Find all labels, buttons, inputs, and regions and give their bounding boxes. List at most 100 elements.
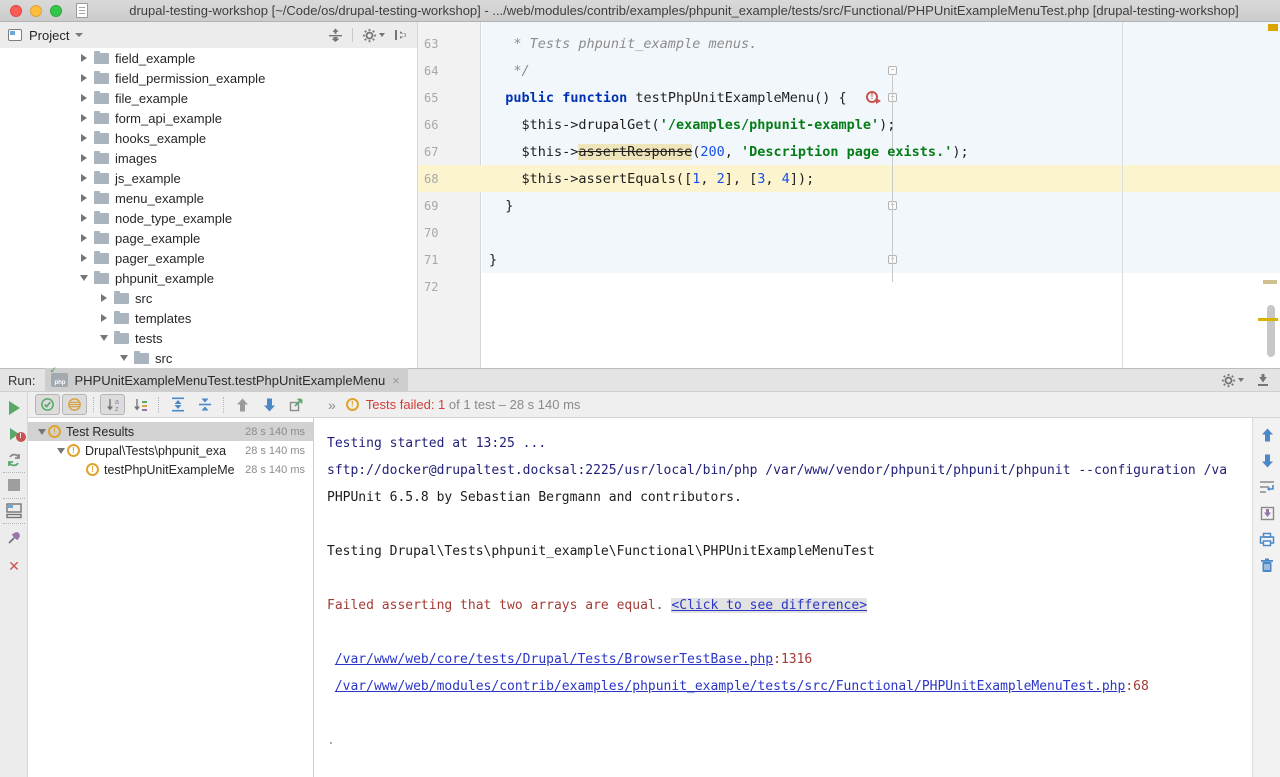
run-tab[interactable]: php PHPUnitExampleMenuTest.testPhpUnitEx… xyxy=(45,368,407,392)
collapsed-arrow-icon[interactable] xyxy=(78,54,90,62)
next-failed-test-button[interactable] xyxy=(257,394,282,415)
pin-tab-button[interactable] xyxy=(0,528,28,546)
stop-button[interactable] xyxy=(0,476,28,494)
tree-item[interactable]: src xyxy=(0,288,417,308)
collapsed-arrow-icon[interactable] xyxy=(78,214,90,222)
close-window-button[interactable] xyxy=(10,5,22,17)
clear-all-button[interactable] xyxy=(1253,556,1280,574)
hide-panel-icon[interactable] xyxy=(394,28,408,42)
error-stripe-mark-warning[interactable] xyxy=(1263,280,1277,284)
tree-item[interactable]: form_api_example xyxy=(0,108,417,128)
code-line[interactable]: } xyxy=(489,246,1280,273)
expand-all-button[interactable] xyxy=(165,394,190,415)
collapse-all-icon[interactable] xyxy=(328,28,343,43)
collapsed-arrow-icon[interactable] xyxy=(98,314,110,322)
tree-item[interactable]: tests xyxy=(0,328,417,348)
stack-trace-file-link[interactable]: /var/www/web/modules/contrib/examples/ph… xyxy=(335,679,1126,694)
expanded-arrow-icon[interactable] xyxy=(55,448,67,454)
code-line[interactable]: $this->drupalGet('/examples/phpunit-exam… xyxy=(489,111,1280,138)
previous-failed-test-button[interactable] xyxy=(230,394,255,415)
soft-wrap-button[interactable] xyxy=(1253,478,1280,496)
up-stack-trace-button[interactable] xyxy=(1253,426,1280,444)
trash-icon xyxy=(1260,558,1274,573)
close-run-panel-button[interactable]: ✕ xyxy=(0,558,28,576)
line-number: 70 xyxy=(424,219,438,246)
console-line xyxy=(327,619,1252,646)
tree-item[interactable]: pager_example xyxy=(0,248,417,268)
tree-item[interactable]: page_example xyxy=(0,228,417,248)
code-line[interactable]: } xyxy=(489,192,1280,219)
error-stripe-mark-current[interactable] xyxy=(1258,318,1278,321)
collapsed-arrow-icon[interactable] xyxy=(78,234,90,242)
collapsed-arrow-icon[interactable] xyxy=(78,154,90,162)
collapsed-arrow-icon[interactable] xyxy=(78,94,90,102)
code-line[interactable]: public function testPhpUnitExampleMenu()… xyxy=(489,84,1280,111)
tree-item[interactable]: field_permission_example xyxy=(0,68,417,88)
import-test-results-button[interactable] xyxy=(284,394,309,415)
rerun-tests-button[interactable] xyxy=(0,399,28,417)
minimize-window-button[interactable] xyxy=(30,5,42,17)
expanded-arrow-icon[interactable] xyxy=(36,429,48,435)
code-line[interactable]: * Tests phpunit_example menus. xyxy=(489,30,1280,57)
collapsed-arrow-icon[interactable] xyxy=(78,254,90,262)
show-passed-button[interactable] xyxy=(35,394,60,415)
test-console-output[interactable]: Testing started at 13:25 ...sftp://docke… xyxy=(314,418,1252,777)
stack-trace-file-link[interactable]: /var/www/web/core/tests/Drupal/Tests/Bro… xyxy=(335,652,773,667)
zoom-window-button[interactable] xyxy=(50,5,62,17)
test-tree-row[interactable]: !testPhpUnitExampleMe28 s 140 ms xyxy=(28,460,313,479)
editor-scrollbar-thumb[interactable] xyxy=(1267,305,1275,357)
more-actions-chevron[interactable]: » xyxy=(328,397,336,413)
tree-item[interactable]: hooks_example xyxy=(0,128,417,148)
run-settings-button[interactable] xyxy=(1221,373,1244,388)
tree-item[interactable]: src xyxy=(0,348,417,368)
test-failed-icon: ! xyxy=(67,444,80,457)
php-run-config-icon: php xyxy=(51,373,68,387)
collapsed-arrow-icon[interactable] xyxy=(78,174,90,182)
see-difference-link[interactable]: <Click to see difference> xyxy=(671,598,867,613)
collapsed-arrow-icon[interactable] xyxy=(78,194,90,202)
close-tab-icon[interactable]: × xyxy=(392,373,400,388)
code-line[interactable] xyxy=(489,219,1280,246)
tree-item[interactable]: images xyxy=(0,148,417,168)
tree-item[interactable]: menu_example xyxy=(0,188,417,208)
collapsed-arrow-icon[interactable] xyxy=(78,74,90,82)
collapsed-arrow-icon[interactable] xyxy=(98,294,110,302)
project-settings-button[interactable] xyxy=(362,28,385,43)
tree-item[interactable]: phpunit_example xyxy=(0,268,417,288)
code-line[interactable] xyxy=(489,273,1280,300)
tree-item[interactable]: field_example xyxy=(0,48,417,68)
expanded-arrow-icon[interactable] xyxy=(98,335,110,341)
down-stack-trace-button[interactable] xyxy=(1253,452,1280,470)
hide-run-panel-icon[interactable] xyxy=(1256,373,1270,387)
code-area[interactable]: * Tests phpunit_example menus. */ public… xyxy=(489,30,1280,300)
print-button[interactable] xyxy=(1253,530,1280,548)
tree-item[interactable]: js_example xyxy=(0,168,417,188)
tree-item[interactable]: templates xyxy=(0,308,417,328)
toggle-auto-test-button[interactable] xyxy=(0,451,28,469)
rerun-failed-tests-button[interactable]: ! xyxy=(0,425,28,443)
code-line[interactable]: */ xyxy=(489,57,1280,84)
tree-item[interactable]: node_type_example xyxy=(0,208,417,228)
test-tree-row[interactable]: !Test Results28 s 140 ms xyxy=(28,422,313,441)
tree-item[interactable]: file_example xyxy=(0,88,417,108)
test-tree-row[interactable]: !Drupal\Tests\phpunit_exa28 s 140 ms xyxy=(28,441,313,460)
expanded-arrow-icon[interactable] xyxy=(118,355,130,361)
code-editor[interactable]: 63646566676869707172 −−!−− * Tests phpun… xyxy=(418,22,1280,368)
collapse-all-button[interactable] xyxy=(192,394,217,415)
code-line[interactable]: $this->assertResponse(200, 'Description … xyxy=(489,138,1280,165)
show-ignored-button[interactable] xyxy=(62,394,87,415)
code-line[interactable]: $this->assertEquals([1, 2], [3, 4]); xyxy=(489,165,1280,192)
expanded-arrow-icon[interactable] xyxy=(78,275,90,281)
collapsed-arrow-icon[interactable] xyxy=(78,114,90,122)
collapsed-arrow-icon[interactable] xyxy=(78,134,90,142)
folder-icon xyxy=(94,153,109,164)
line-number: 65 xyxy=(424,84,438,111)
folder-icon xyxy=(94,93,109,104)
sort-alphabetically-button[interactable]: az xyxy=(100,394,125,415)
sort-by-duration-button[interactable] xyxy=(127,394,152,415)
project-view-dropdown-icon[interactable] xyxy=(75,33,83,37)
project-panel-title[interactable]: Project xyxy=(29,28,69,43)
scroll-to-end-button[interactable] xyxy=(1253,504,1280,522)
restore-layout-button[interactable] xyxy=(0,502,28,520)
error-stripe-mark-top[interactable] xyxy=(1268,24,1278,31)
